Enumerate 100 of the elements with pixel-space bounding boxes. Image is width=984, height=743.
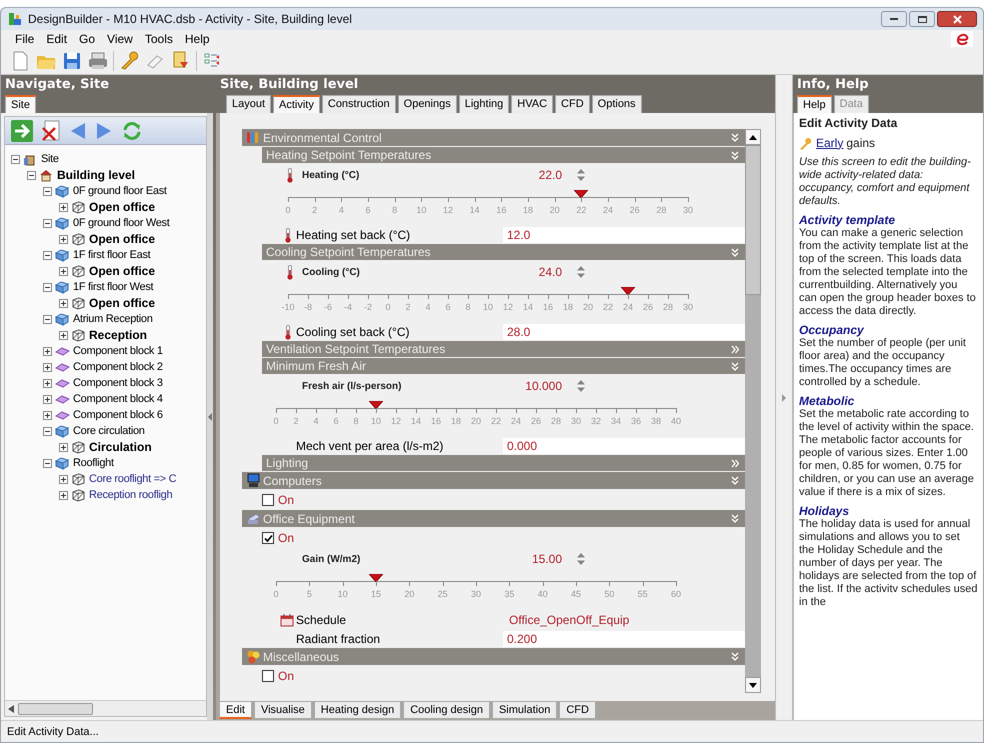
double-chevron-down-icon[interactable] — [731, 362, 739, 370]
menu-item[interactable]: Tools — [140, 30, 177, 48]
tree-item[interactable]: Reception — [89, 326, 148, 344]
menu-item[interactable]: View — [103, 30, 137, 48]
expand-icon[interactable] — [59, 442, 68, 452]
close-button[interactable] — [937, 11, 977, 27]
double-chevron-down-icon[interactable] — [731, 248, 739, 256]
collapse-icon[interactable] — [43, 186, 52, 196]
collapse-icon[interactable] — [43, 218, 52, 228]
tab[interactable]: Simulation — [492, 701, 558, 719]
arrow-right-icon[interactable] — [11, 120, 33, 142]
tree-item[interactable]: Open office — [89, 294, 156, 312]
input-field[interactable]: 0.000 — [503, 438, 745, 454]
double-chevron-down-icon[interactable] — [731, 514, 739, 523]
double-chevron-down-icon[interactable] — [731, 476, 739, 485]
tree-item[interactable]: Core rooflight => C — [89, 470, 176, 488]
scroll-left-icon[interactable] — [8, 704, 14, 712]
tab[interactable]: Site — [5, 95, 36, 113]
spinner-icon[interactable] — [576, 265, 586, 279]
splitter-handle[interactable] — [775, 75, 793, 720]
tree-item[interactable]: Site — [41, 150, 59, 168]
menu-item[interactable]: Help — [180, 30, 214, 48]
expand-icon[interactable] — [43, 346, 52, 356]
tree-item[interactable]: 0F ground floor East — [73, 182, 167, 200]
expand-icon[interactable] — [59, 330, 68, 340]
expand-icon[interactable] — [59, 234, 68, 244]
collapse-icon[interactable] — [43, 282, 52, 292]
menu-item[interactable]: Edit — [42, 30, 72, 48]
tree-item[interactable]: Atrium Reception — [73, 310, 153, 328]
tab[interactable]: Cooling design — [403, 701, 490, 719]
spinner-icon[interactable] — [576, 379, 586, 393]
tree-item[interactable]: 0F ground floor West — [73, 214, 170, 232]
tab[interactable]: Openings — [398, 95, 457, 113]
checkbox[interactable] — [262, 670, 274, 682]
tree-item[interactable]: Building level — [57, 166, 136, 184]
spinner-icon[interactable] — [576, 552, 586, 566]
tree-item[interactable]: Component block 2 — [73, 358, 163, 376]
tree-item[interactable]: Core circulation — [73, 422, 145, 440]
checkbox[interactable] — [262, 494, 274, 506]
help-link[interactable]: Early — [816, 136, 844, 150]
expand-icon[interactable] — [59, 298, 68, 308]
expand-icon[interactable] — [59, 202, 68, 212]
scroll-up-icon[interactable] — [749, 134, 757, 140]
menu-item[interactable]: Go — [75, 30, 100, 48]
collapse-icon[interactable] — [11, 154, 20, 164]
double-chevron-right-icon[interactable] — [731, 344, 739, 354]
tree-item[interactable]: Circulation — [89, 438, 152, 456]
expand-icon[interactable] — [43, 410, 52, 420]
scroll-down-icon[interactable] — [749, 682, 757, 688]
tree-item[interactable]: Component block 4 — [73, 390, 163, 408]
input-field[interactable]: 0.200 — [503, 631, 745, 647]
minimize-button[interactable] — [881, 11, 907, 27]
tree-item[interactable]: 1F first floor West — [73, 278, 154, 296]
input-field[interactable]: 12.0 — [503, 227, 745, 243]
tab[interactable]: Layout — [226, 95, 272, 113]
tab[interactable]: Construction — [322, 95, 396, 113]
input-field[interactable]: 28.0 — [503, 324, 745, 340]
tree-item[interactable]: 1F first floor East — [73, 246, 150, 264]
spinner-icon[interactable] — [576, 168, 586, 182]
double-chevron-down-icon[interactable] — [731, 133, 739, 142]
tree-item[interactable]: Rooflight — [73, 454, 114, 472]
tab[interactable]: Activity — [273, 95, 320, 113]
wrench-icon[interactable] — [118, 50, 140, 72]
tree-item[interactable]: Open office — [89, 230, 156, 248]
tab[interactable]: Heating design — [314, 701, 402, 719]
collapse-icon[interactable] — [43, 250, 52, 260]
tab[interactable]: Lighting — [458, 95, 510, 113]
back-icon[interactable] — [69, 120, 87, 140]
expand-icon[interactable] — [43, 394, 52, 404]
tab[interactable]: Help — [797, 95, 832, 113]
double-chevron-down-icon[interactable] — [731, 150, 739, 160]
expand-icon[interactable] — [59, 266, 68, 276]
tree-item[interactable]: Open office — [89, 262, 156, 280]
tab[interactable]: Visualise — [254, 701, 312, 719]
schedule-value[interactable]: Office_OpenOff_Equip — [505, 611, 630, 629]
double-chevron-right-icon[interactable] — [731, 458, 739, 468]
tree-item[interactable]: Component block 3 — [73, 374, 163, 392]
expand-icon[interactable] — [59, 474, 68, 484]
tree-item[interactable]: Component block 6 — [73, 406, 163, 424]
tree-item[interactable]: Open office — [89, 198, 156, 216]
collapse-icon[interactable] — [27, 170, 36, 180]
collapse-icon[interactable] — [43, 426, 52, 436]
collapse-icon[interactable] — [43, 458, 52, 468]
splitter-handle[interactable] — [207, 113, 213, 720]
expand-icon[interactable] — [43, 378, 52, 388]
tab[interactable]: Options — [592, 95, 642, 113]
collapse-icon[interactable] — [43, 314, 52, 324]
delete-list-icon[interactable] — [41, 120, 61, 142]
double-chevron-down-icon[interactable] — [731, 652, 739, 661]
maximize-button[interactable] — [909, 11, 935, 27]
expand-icon[interactable] — [43, 362, 52, 372]
tab[interactable]: CFD — [555, 95, 590, 113]
tree-item[interactable]: Component block 1 — [73, 342, 163, 360]
menu-item[interactable]: File — [11, 30, 38, 48]
tab[interactable]: Edit — [219, 701, 252, 719]
forward-icon[interactable] — [95, 120, 113, 140]
tab[interactable]: HVAC — [511, 95, 554, 113]
checkbox[interactable] — [262, 532, 274, 544]
horizontal-scrollbar[interactable] — [5, 700, 206, 716]
expand-icon[interactable] — [59, 490, 68, 500]
